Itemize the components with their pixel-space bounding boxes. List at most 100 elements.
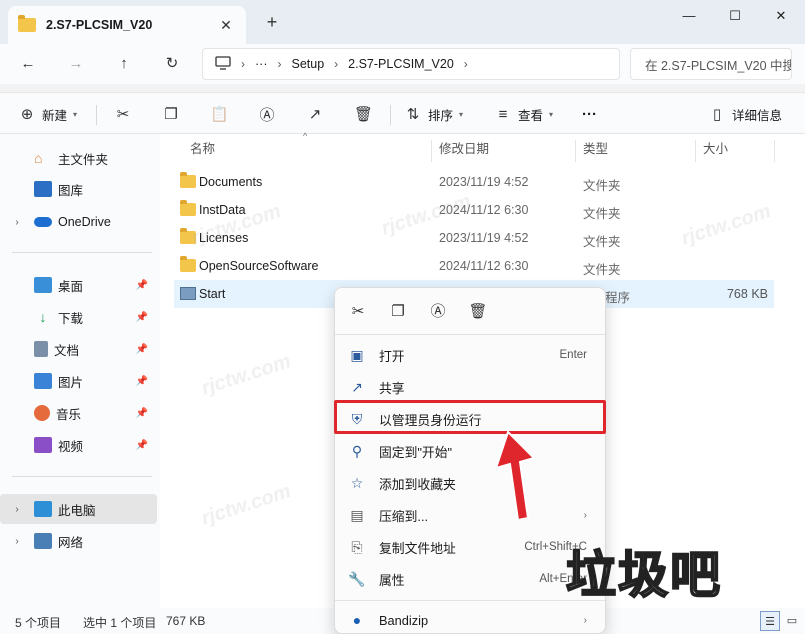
- sidebar-item-home[interactable]: ⌂ 主文件夹: [0, 143, 157, 173]
- sidebar-item-pictures[interactable]: 图片 📌: [0, 366, 157, 396]
- close-button[interactable]: ✕: [758, 6, 804, 26]
- more-options-button[interactable]: ···: [582, 103, 597, 125]
- share-button[interactable]: ↗: [306, 103, 330, 125]
- share-icon: ↗: [351, 378, 363, 395]
- scissors-icon: ✂: [116, 106, 130, 123]
- sidebar-item-network[interactable]: › 网络: [0, 526, 157, 556]
- title-bar: 2.S7-PLCSIM_V20 ✕ + — ☐ ✕: [0, 0, 805, 44]
- sidebar-item-label: 桌面: [58, 279, 84, 294]
- menu-item-label: 共享: [379, 380, 405, 396]
- sidebar-item-music[interactable]: 音乐 📌: [0, 398, 157, 428]
- tab-current[interactable]: 2.S7-PLCSIM_V20 ✕: [8, 6, 246, 44]
- sidebar-item-documents[interactable]: 文档 📌: [0, 334, 157, 364]
- rename-icon: Ⓐ: [259, 106, 275, 124]
- watermark: rjctw.com: [198, 350, 294, 400]
- search-input[interactable]: 在 2.S7-PLCSIM_V20 中搜索: [630, 48, 792, 80]
- sidebar-item-gallery[interactable]: 图库: [0, 174, 157, 204]
- column-header-date[interactable]: 修改日期: [439, 134, 489, 164]
- pin-icon[interactable]: 📌: [133, 280, 151, 291]
- back-button[interactable]: ←: [14, 53, 42, 75]
- new-tab-button[interactable]: +: [262, 12, 282, 33]
- paste-button[interactable]: 📋: [210, 103, 234, 125]
- trash-icon[interactable]: 🗑: [463, 300, 493, 324]
- sidebar-item-desktop[interactable]: 桌面 📌: [0, 270, 157, 300]
- chevron-right-icon[interactable]: ›: [10, 536, 24, 547]
- menu-item-label: 复制文件地址: [379, 540, 456, 556]
- tab-close-button[interactable]: ✕: [216, 17, 236, 34]
- menu-item-share[interactable]: ↗ 共享: [339, 372, 601, 402]
- file-name: Documents: [199, 175, 263, 189]
- sidebar-item-onedrive[interactable]: › OneDrive: [0, 207, 157, 237]
- menu-item-label: Bandizip: [379, 612, 429, 628]
- column-header-name[interactable]: 名称: [190, 134, 215, 164]
- copy-button[interactable]: ❐: [162, 103, 186, 125]
- home-icon: ⌂: [34, 150, 43, 166]
- view-icon: ≡: [498, 105, 508, 123]
- file-type: 程序: [605, 291, 631, 305]
- view-button[interactable]: ≡ 查看 ▾: [494, 103, 553, 125]
- rename-icon[interactable]: Ⓐ: [423, 300, 453, 324]
- copy-icon: ❐: [164, 106, 178, 123]
- delete-button[interactable]: 🗑: [354, 103, 378, 125]
- sidebar-item-label: 下载: [58, 311, 84, 326]
- column-divider[interactable]: [695, 140, 696, 162]
- music-icon: [34, 405, 50, 421]
- maximize-button[interactable]: ☐: [712, 6, 758, 26]
- item-count: 5 个项目: [15, 616, 62, 630]
- sort-button[interactable]: ⇅ 排序 ▾: [404, 103, 463, 125]
- menu-item-label: 属性: [379, 572, 405, 588]
- column-header-size[interactable]: 大小: [703, 134, 728, 164]
- menu-item-bandizip[interactable]: ● Bandizip ›: [339, 605, 601, 634]
- chevron-right-icon[interactable]: ›: [10, 217, 24, 228]
- rename-button[interactable]: Ⓐ: [258, 103, 282, 125]
- file-date: 2024/11/12 6:30: [439, 259, 529, 273]
- chevron-right-icon: ›: [583, 614, 587, 626]
- details-view-icon[interactable]: ☰: [760, 611, 780, 631]
- copy-path-icon: ⎘: [351, 538, 363, 555]
- minimize-button[interactable]: —: [666, 6, 712, 26]
- computer-icon[interactable]: [215, 55, 231, 73]
- folder-icon: [180, 228, 196, 244]
- address-bar[interactable]: › ··· › Setup › 2.S7-PLCSIM_V20 ›: [202, 48, 620, 80]
- tiles-view-icon[interactable]: ▭: [782, 611, 802, 631]
- pin-icon[interactable]: 📌: [133, 344, 151, 355]
- forward-button[interactable]: →: [62, 53, 90, 75]
- column-header-type[interactable]: 类型: [583, 134, 608, 164]
- menu-item-copy-path[interactable]: ⎘ 复制文件地址 Ctrl+Shift+C: [339, 532, 601, 562]
- cut-button[interactable]: ✂: [114, 103, 138, 125]
- chevron-right-icon: ›: [583, 509, 587, 521]
- sidebar-item-this-pc[interactable]: › 此电脑: [0, 494, 157, 524]
- file-row[interactable]: InstData 2024/11/12 6:30 文件夹: [174, 196, 774, 224]
- sidebar-item-downloads[interactable]: ↓ 下载 📌: [0, 302, 157, 332]
- copy-icon[interactable]: ❐: [383, 300, 413, 324]
- sidebar-item-videos[interactable]: 视频 📌: [0, 430, 157, 460]
- sidebar-divider: [12, 476, 152, 477]
- file-row[interactable]: Documents 2023/11/19 4:52 文件夹: [174, 168, 774, 196]
- application-icon: [180, 287, 196, 300]
- details-pane-icon: ▯: [712, 106, 722, 123]
- column-divider[interactable]: [774, 140, 775, 162]
- highlight-box: [334, 400, 606, 434]
- chevron-right-icon: ›: [277, 57, 282, 71]
- breadcrumb-item[interactable]: 2.S7-PLCSIM_V20: [348, 57, 454, 71]
- details-pane-button[interactable]: ▯ 详细信息: [708, 103, 782, 125]
- trash-icon: 🗑: [354, 106, 374, 123]
- cut-icon[interactable]: ✂: [343, 300, 373, 324]
- menu-item-properties[interactable]: 🔧 属性 Alt+Enter: [339, 564, 601, 594]
- sidebar-item-label: 主文件夹: [58, 152, 109, 167]
- refresh-button[interactable]: ↻: [158, 53, 186, 75]
- pin-icon[interactable]: 📌: [133, 440, 151, 451]
- new-button[interactable]: ⊕ 新建 ▾: [18, 103, 77, 125]
- chevron-right-icon[interactable]: ›: [10, 504, 24, 515]
- menu-item-open[interactable]: ▣ 打开 Enter: [339, 340, 601, 370]
- column-divider[interactable]: [575, 140, 576, 162]
- breadcrumb-ellipsis[interactable]: ···: [255, 57, 268, 71]
- file-row[interactable]: OpenSourceSoftware 2024/11/12 6:30 文件夹: [174, 252, 774, 280]
- file-row[interactable]: Licenses 2023/11/19 4:52 文件夹: [174, 224, 774, 252]
- pin-icon[interactable]: 📌: [133, 376, 151, 387]
- breadcrumb-item[interactable]: Setup: [292, 57, 325, 71]
- pin-icon[interactable]: 📌: [133, 312, 151, 323]
- pin-icon[interactable]: 📌: [133, 408, 151, 419]
- column-divider[interactable]: [431, 140, 432, 162]
- up-button[interactable]: ↑: [110, 53, 138, 75]
